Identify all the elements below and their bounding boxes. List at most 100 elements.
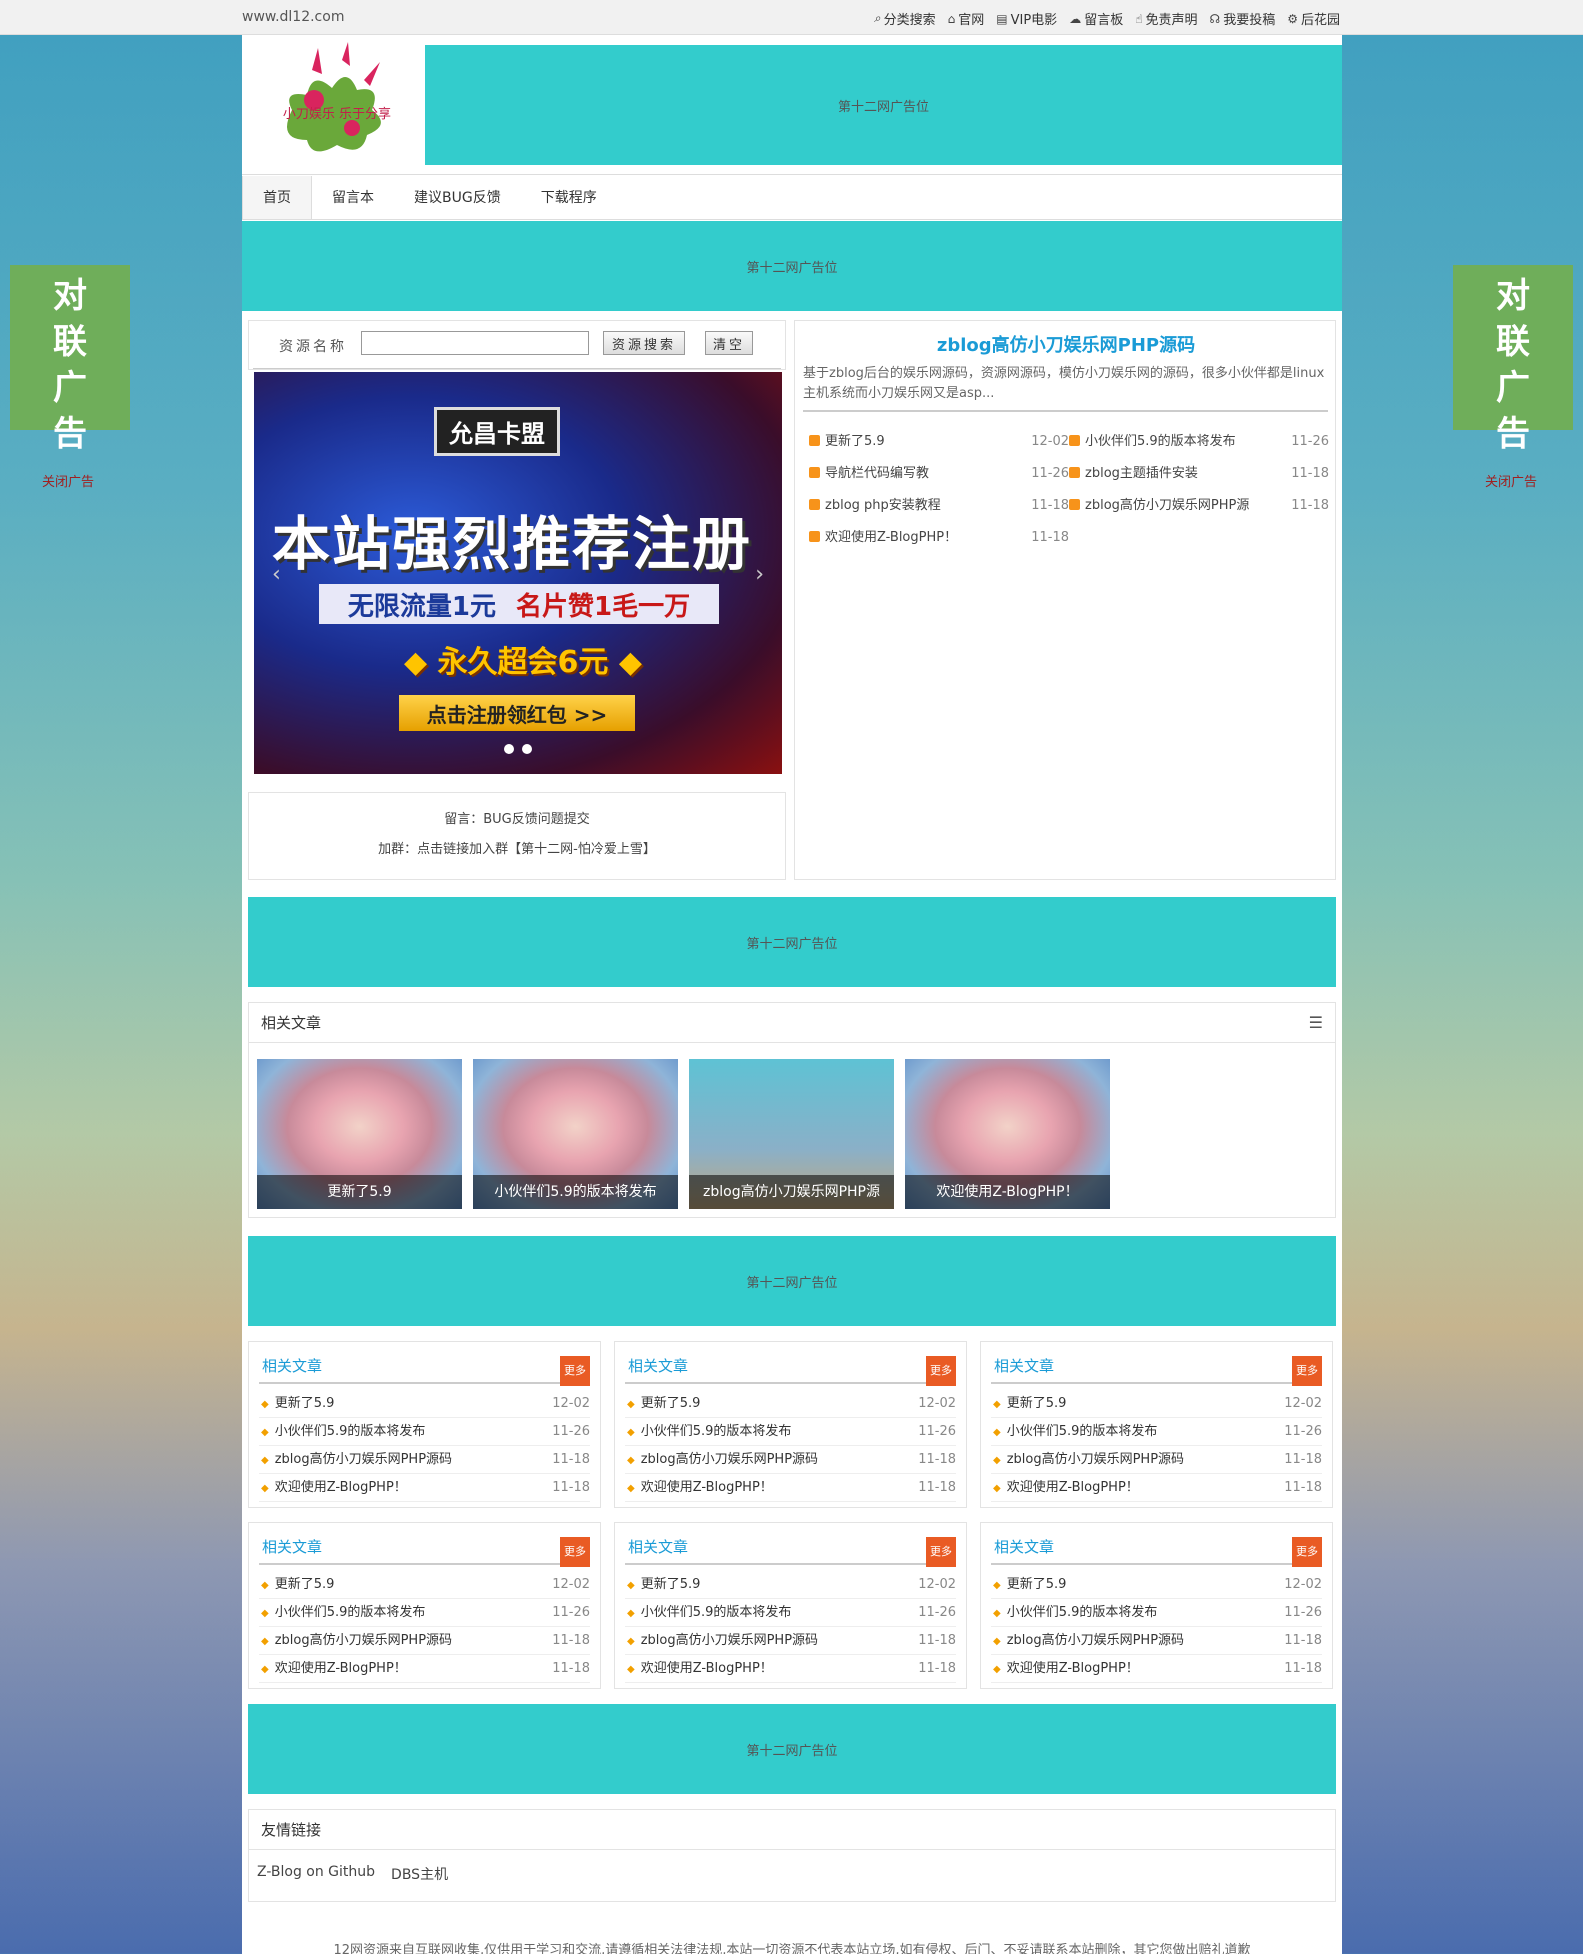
list-item[interactable]: 欢迎使用Z-BlogPHP！ 11-18 (625, 1655, 956, 1683)
related-list-panel: 相关文章 更多更新了5.9 12-02 小伙伴们5.9的版本将发布 11-26 zblog… (248, 1522, 601, 1689)
gear-icon: ⚙ (1287, 11, 1298, 26)
related-list-panel: 相关文章 更多更新了5.9 12-02 小伙伴们5.9的版本将发布 11-26 zblog… (248, 1341, 601, 1508)
nav-guestbook[interactable]: 留言本 (312, 176, 394, 219)
list-item[interactable]: zblog高仿小刀娱乐网PHP源码 11-18 (625, 1627, 956, 1655)
panel-title-text[interactable]: 相关文章 (262, 1538, 322, 1556)
list-item-title: 小伙伴们5.9的版本将发布 (261, 1599, 426, 1626)
divider (253, 368, 781, 369)
list-item[interactable]: zblog高仿小刀娱乐网PHP源码 11-18 (259, 1446, 590, 1474)
list-item[interactable]: 导航栏代码编写教 11-26 (809, 458, 1069, 490)
more-button[interactable]: 更多 (560, 1356, 590, 1386)
banner-brand: 允昌卡盟 (434, 407, 560, 456)
couplet-ad-left[interactable]: 对联广告 (10, 265, 130, 454)
nav-bug-feedback[interactable]: 建议BUG反馈 (394, 176, 521, 219)
list-item[interactable]: 小伙伴们5.9的版本将发布 11-26 (1069, 426, 1329, 458)
list-item[interactable]: 更新了5.9 12-02 (991, 1390, 1322, 1418)
notice-join-group[interactable]: 加群：点击链接加入群【第十二网-怕冷爱上雪】 (249, 835, 785, 865)
list-item-date: 11-26 (1031, 466, 1069, 481)
chevron-right-icon[interactable]: › (755, 562, 764, 587)
ad-banner-2[interactable]: 第十二网广告位 (248, 897, 1336, 987)
thumb-card[interactable]: 欢迎使用Z-BlogPHP！ (905, 1059, 1110, 1209)
thumb-card[interactable]: 更新了5.9 (257, 1059, 462, 1209)
top-link-disclaimer[interactable]: ☝ 免责声明 (1135, 9, 1197, 29)
list-item[interactable]: 小伙伴们5.9的版本将发布 11-26 (625, 1418, 956, 1446)
notice-guestbook[interactable]: 留言：BUG反馈问题提交 (249, 805, 785, 835)
list-item[interactable]: zblog高仿小刀娱乐网PHP源码 11-18 (259, 1627, 590, 1655)
panel-title-text[interactable]: 相关文章 (994, 1357, 1054, 1375)
clear-button[interactable]: 清空 (705, 331, 753, 355)
more-button[interactable]: 更多 (560, 1537, 590, 1567)
list-item[interactable]: 欢迎使用Z-BlogPHP！ 11-18 (809, 522, 1069, 554)
site-url[interactable]: www.dl12.com (242, 9, 344, 25)
list-item[interactable]: 小伙伴们5.9的版本将发布 11-26 (259, 1418, 590, 1446)
list-item[interactable]: 欢迎使用Z-BlogPHP！ 11-18 (259, 1655, 590, 1683)
more-button[interactable]: 更多 (926, 1356, 956, 1386)
list-item[interactable]: 欢迎使用Z-BlogPHP！ 11-18 (991, 1655, 1322, 1683)
thumb-card[interactable]: zblog高仿小刀娱乐网PHP源 (689, 1059, 894, 1209)
banner-register-button[interactable]: 点击注册领红包 >> (399, 695, 635, 731)
diamond-icon: ◆ (608, 645, 642, 680)
list-item[interactable]: zblog主题插件安装 11-18 (1069, 458, 1329, 490)
ad-banner-3[interactable]: 第十二网广告位 (248, 1236, 1336, 1326)
site-logo[interactable]: 小刀娱乐 乐于分享 (252, 40, 422, 168)
list-item[interactable]: 更新了5.9 12-02 (809, 426, 1069, 458)
more-button[interactable]: 更多 (1292, 1356, 1322, 1386)
slider-dot[interactable] (522, 744, 532, 754)
thumb-card[interactable]: 小伙伴们5.9的版本将发布 (473, 1059, 678, 1209)
list-item[interactable]: 小伙伴们5.9的版本将发布 11-26 (259, 1599, 590, 1627)
ad-banner-1[interactable]: 第十二网广告位 (242, 221, 1342, 311)
feature-title[interactable]: zblog高仿小刀娱乐网PHP源码 (795, 331, 1337, 357)
search-input[interactable] (361, 331, 589, 355)
couplet-ad-right[interactable]: 对联广告 (1453, 265, 1573, 454)
nav-download[interactable]: 下载程序 (521, 176, 617, 219)
list-item[interactable]: zblog高仿小刀娱乐网PHP源码 11-18 (991, 1446, 1322, 1474)
panel-title-text[interactable]: 相关文章 (262, 1357, 322, 1375)
top-link-admin[interactable]: ⚙ 后花园 (1287, 9, 1340, 29)
list-item[interactable]: zblog高仿小刀娱乐网PHP源 11-18 (1069, 490, 1329, 522)
list-item[interactable]: 欢迎使用Z-BlogPHP！ 11-18 (991, 1474, 1322, 1502)
list-item-title: 导航栏代码编写教 (809, 458, 929, 490)
panel-title-text[interactable]: 相关文章 (628, 1538, 688, 1556)
list-item-title: zblog高仿小刀娱乐网PHP源码 (627, 1627, 818, 1654)
top-link-submit[interactable]: ☊ 我要投稿 (1210, 9, 1276, 29)
more-button[interactable]: 更多 (1292, 1537, 1322, 1567)
list-icon[interactable]: ☰ (1309, 1013, 1323, 1032)
list-item[interactable]: 小伙伴们5.9的版本将发布 11-26 (625, 1599, 956, 1627)
top-link-home[interactable]: ⌂ 官网 (948, 9, 985, 29)
list-item-title: zblog高仿小刀娱乐网PHP源码 (261, 1627, 452, 1654)
nav-home[interactable]: 首页 (242, 176, 312, 219)
list-item-title: 欢迎使用Z-BlogPHP！ (627, 1655, 773, 1682)
list-item[interactable]: 更新了5.9 12-02 (259, 1571, 590, 1599)
search-button[interactable]: 资源搜索 (603, 331, 685, 355)
list-item[interactable]: 更新了5.9 12-02 (625, 1390, 956, 1418)
list-item[interactable]: 小伙伴们5.9的版本将发布 11-26 (991, 1418, 1322, 1446)
top-link-vip[interactable]: ▤ VIP电影 (996, 9, 1057, 29)
list-item[interactable]: 小伙伴们5.9的版本将发布 11-26 (991, 1599, 1322, 1627)
list-item-date: 11-18 (1291, 466, 1329, 481)
article-list: 更新了5.9 12-02 小伙伴们5.9的版本将发布 11-26 zblog高仿小刀娱乐… (259, 1390, 590, 1502)
list-item[interactable]: zblog高仿小刀娱乐网PHP源码 11-18 (991, 1627, 1322, 1655)
ad-banner-header[interactable]: 第十二网广告位 (425, 45, 1342, 165)
close-ad-right[interactable]: 关闭广告 (1485, 471, 1537, 490)
panel-title-text[interactable]: 相关文章 (994, 1538, 1054, 1556)
list-item[interactable]: zblog php安装教程 11-18 (809, 490, 1069, 522)
top-link-guestbook[interactable]: ☁ 留言板 (1069, 9, 1123, 29)
list-item[interactable]: 欢迎使用Z-BlogPHP！ 11-18 (625, 1474, 956, 1502)
promo-banner[interactable]: 允昌卡盟 本站强烈推荐注册 无限流量1元 名片赞1毛一万 ◆ 永久超会6元 ◆ 点… (254, 372, 782, 774)
list-item[interactable]: 更新了5.9 12-02 (991, 1571, 1322, 1599)
banner-vip-text: 永久超会6元 (437, 645, 609, 680)
panel-title-text[interactable]: 相关文章 (628, 1357, 688, 1375)
chevron-left-icon[interactable]: ‹ (272, 562, 281, 587)
list-item[interactable]: 更新了5.9 12-02 (625, 1571, 956, 1599)
list-item[interactable]: zblog高仿小刀娱乐网PHP源码 11-18 (625, 1446, 956, 1474)
friend-link[interactable]: Z-Blog on Github (257, 1864, 375, 1884)
slider-dot[interactable] (504, 744, 514, 754)
close-ad-left[interactable]: 关闭广告 (42, 471, 94, 490)
list-item[interactable]: 更新了5.9 12-02 (259, 1390, 590, 1418)
friend-link[interactable]: DBS主机 (391, 1864, 448, 1884)
top-link-search[interactable]: ⌕ 分类搜索 (874, 9, 936, 28)
ad-banner-4[interactable]: 第十二网广告位 (248, 1704, 1336, 1794)
list-item-date: 11-18 (918, 1633, 956, 1648)
more-button[interactable]: 更多 (926, 1537, 956, 1567)
list-item[interactable]: 欢迎使用Z-BlogPHP！ 11-18 (259, 1474, 590, 1502)
